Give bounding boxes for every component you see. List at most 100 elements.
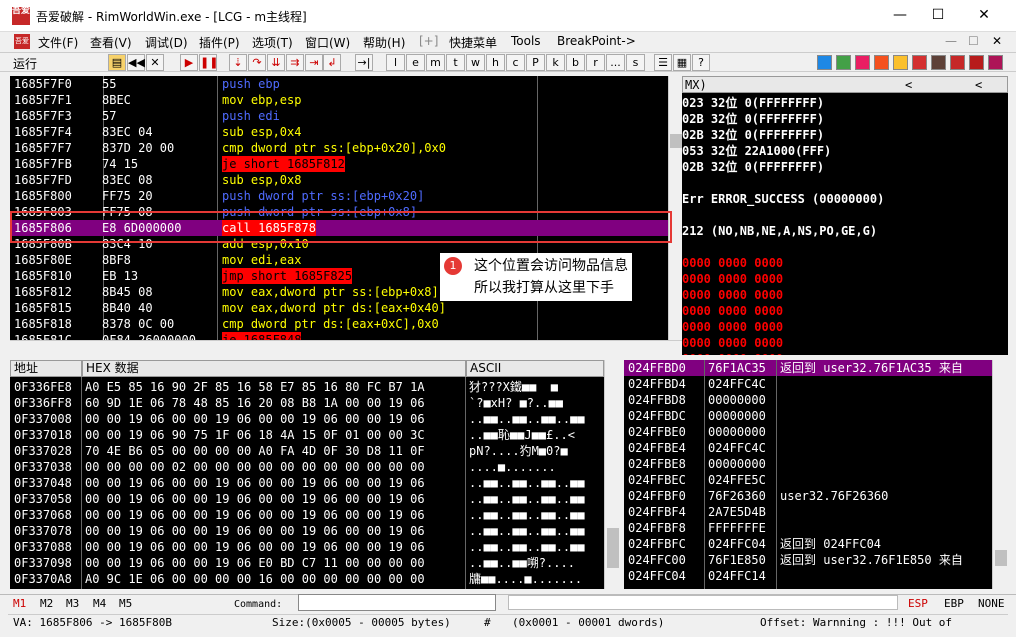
window-k-button[interactable]: k (546, 54, 565, 71)
stack-row[interactable]: 024FFBEC 024FFE5C (624, 472, 992, 488)
dump-col-ascii[interactable]: ASCII (466, 360, 604, 377)
register-line[interactable]: 02B 32位 0(FFFFFFFF) (682, 111, 1008, 127)
disasm-row[interactable]: 1685F7F1 8BEC mov ebp,esp (10, 92, 668, 108)
menu-help[interactable]: 帮助(H) (363, 34, 405, 51)
menu-plugins[interactable]: 插件(P) (199, 34, 240, 51)
disasm-scrollbar[interactable] (668, 76, 682, 340)
stack-row[interactable]: 024FFBD4 024FFC4C (624, 376, 992, 392)
window-p-button[interactable]: P (526, 54, 545, 71)
plugin-1-icon[interactable] (817, 55, 832, 70)
registers-next-button[interactable]: < (975, 78, 982, 92)
plugin-6-icon[interactable] (912, 55, 927, 70)
mark-m3[interactable]: M3 (66, 597, 79, 610)
command-input[interactable] (298, 594, 496, 611)
plugin-7-icon[interactable] (931, 55, 946, 70)
mdi-minimize-button[interactable]: — (945, 34, 957, 48)
menu-window[interactable]: 窗口(W) (305, 34, 350, 51)
register-line[interactable]: 0000 0000 0000 (682, 319, 1008, 335)
close-debug-icon[interactable]: ✕ (146, 54, 164, 71)
plugin-8-icon[interactable] (950, 55, 965, 70)
register-line[interactable]: 02B 32位 0(FFFFFFFF) (682, 127, 1008, 143)
registers-prev-button[interactable]: < (905, 78, 912, 92)
dump-pane[interactable]: 0F336FE8 A0 E5 85 16 90 2F 85 16 58 E7 85… (10, 377, 604, 589)
window-t-button[interactable]: t (446, 54, 465, 71)
stack-row[interactable]: 024FFC04 024FFC14 (624, 568, 992, 584)
dump-row[interactable]: 0F337088 00 00 19 06 00 00 19 06 00 00 19… (10, 539, 604, 555)
dump-row[interactable]: 0F337008 00 00 19 06 00 00 19 06 00 00 19… (10, 411, 604, 427)
menu-quick[interactable]: 快捷菜单 (449, 34, 497, 51)
trace-over-icon[interactable]: ⇉ (286, 54, 304, 71)
ebp-button[interactable]: EBP (944, 597, 964, 610)
dump-row[interactable]: 0F337098 00 00 19 06 00 00 19 06 E0 BD C7… (10, 555, 604, 571)
disasm-row[interactable]: 1685F7F7 837D 20 00 cmp dword ptr ss:[ebp+… (10, 140, 668, 156)
dump-col-hex[interactable]: HEX 数据 (82, 360, 466, 377)
open-icon[interactable]: ▤ (108, 54, 126, 71)
register-line[interactable] (682, 175, 1008, 191)
goto-icon[interactable]: →| (355, 54, 373, 71)
dump-col-addr[interactable]: 地址 (10, 360, 82, 377)
stack-row[interactable]: 024FFC00 76F1E850 返回到 user32.76F1E850 来自 (624, 552, 992, 568)
plugin-3-icon[interactable] (855, 55, 870, 70)
window-s-button[interactable]: s (626, 54, 645, 71)
plugin-5-icon[interactable] (893, 55, 908, 70)
window-h-button[interactable]: h (486, 54, 505, 71)
mark-m2[interactable]: M2 (40, 597, 53, 610)
window-b-button[interactable]: b (566, 54, 585, 71)
mark-m5[interactable]: M5 (119, 597, 132, 610)
stack-row[interactable]: 024FFBF0 76F26360 user32.76F26360 (624, 488, 992, 504)
maximize-button[interactable]: ☐ (915, 0, 961, 30)
step-over-icon[interactable]: ↷ (248, 54, 266, 71)
step-into-icon[interactable]: ⇣ (229, 54, 247, 71)
mark-m4[interactable]: M4 (93, 597, 106, 610)
plugin-2-icon[interactable] (836, 55, 851, 70)
pause-icon[interactable]: ❚❚ (199, 54, 218, 71)
disasm-row[interactable]: 1685F81C 0F84 26000000 je 1685F848 (10, 332, 668, 340)
menu-file[interactable]: 文件(F) (38, 34, 78, 51)
dump-scrollbar[interactable] (604, 360, 620, 589)
register-line[interactable]: 0000 0000 0000 (682, 255, 1008, 271)
disasm-row[interactable]: 1685F7FD 83EC 08 sub esp,0x8 (10, 172, 668, 188)
window-e-button[interactable]: e (406, 54, 425, 71)
menu-tools[interactable]: Tools (511, 34, 541, 48)
dump-row[interactable]: 0F337048 00 00 19 06 00 00 19 06 00 00 19… (10, 475, 604, 491)
stack-pane[interactable]: 024FFBD0 76F1AC35 返回到 user32.76F1AC35 来自 02… (624, 360, 992, 589)
plugin-10-icon[interactable] (988, 55, 1003, 70)
window-dots-button[interactable]: ... (606, 54, 625, 71)
list-icon[interactable]: ☰ (654, 54, 672, 71)
stack-row[interactable]: 024FFBFC 024FFC04 返回到 024FFC04 (624, 536, 992, 552)
register-line[interactable]: 023 32位 0(FFFFFFFF) (682, 95, 1008, 111)
execute-till-return-icon[interactable]: ⇥ (305, 54, 323, 71)
stack-row[interactable]: 024FFBF8 FFFFFFFE (624, 520, 992, 536)
stack-row[interactable]: 024FFBE8 00000000 (624, 456, 992, 472)
window-c-button[interactable]: c (506, 54, 525, 71)
window-l-button[interactable]: l (386, 54, 405, 71)
dump-row[interactable]: 0F3370A8 A0 9C 1E 06 00 00 00 00 16 00 00… (10, 571, 604, 587)
menu-options[interactable]: 选项(T) (252, 34, 293, 51)
register-line[interactable]: 053 32位 22A1000(FFF) (682, 143, 1008, 159)
esp-button[interactable]: ESP (908, 597, 928, 610)
menu-debug[interactable]: 调试(D) (145, 34, 188, 51)
register-line[interactable]: 0000 0000 0000 (682, 287, 1008, 303)
window-m-button[interactable]: m (426, 54, 445, 71)
disasm-row[interactable]: 1685F7F0 55 push ebp (10, 76, 668, 92)
return-icon[interactable]: ↲ (323, 54, 341, 71)
mark-m1[interactable]: M1 (13, 597, 26, 610)
stack-row[interactable]: 024FFBDC 00000000 (624, 408, 992, 424)
menu-plus[interactable]: [+] (419, 34, 438, 48)
register-line[interactable]: 0000 0000 0000 (682, 335, 1008, 351)
dump-row[interactable]: 0F336FF8 60 9D 1E 06 78 48 85 16 20 08 B8… (10, 395, 604, 411)
disasm-row[interactable]: 1685F7F3 57 push edi (10, 108, 668, 124)
settings-icon[interactable]: ▦ (673, 54, 691, 71)
none-button[interactable]: NONE (978, 597, 1005, 610)
stack-row[interactable]: 024FFBE0 00000000 (624, 424, 992, 440)
disasm-row[interactable]: 1685F800 FF75 20 push dword ptr ss:[ebp+0x… (10, 188, 668, 204)
register-line[interactable]: 0000 0000 0000 (682, 303, 1008, 319)
register-line[interactable]: 0000 0000 0000 (682, 271, 1008, 287)
mdi-close-button[interactable]: ✕ (992, 34, 1002, 48)
disasm-row[interactable]: 1685F7FB 74 15 je short 1685F812 (10, 156, 668, 172)
register-line[interactable]: 0000 0000 0000 (682, 351, 1008, 355)
register-line[interactable] (682, 239, 1008, 255)
register-line[interactable] (682, 207, 1008, 223)
menu-breakpoint[interactable]: BreakPoint-> (557, 34, 636, 48)
trace-into-icon[interactable]: ⇊ (267, 54, 285, 71)
